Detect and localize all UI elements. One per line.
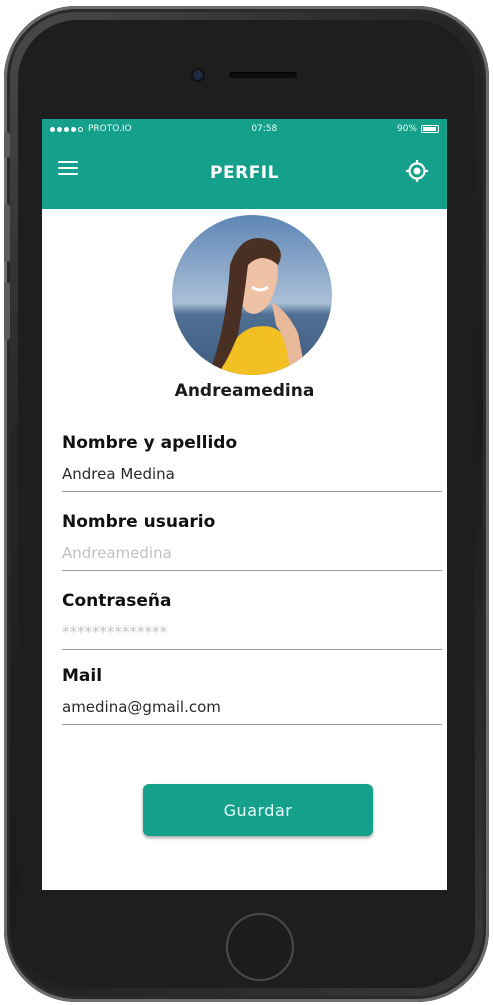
location-target-icon[interactable] [405, 159, 429, 183]
status-time: 07:58 [251, 124, 278, 134]
username-field: Nombre usuario [62, 512, 442, 571]
user-photo [172, 215, 332, 375]
battery-fill [422, 127, 436, 131]
app-screen: PROTO.IO 07:58 90% PERFIL Andreamedina N… [42, 119, 447, 890]
battery-icon [420, 125, 439, 133]
full-name-input[interactable] [62, 459, 442, 492]
carrier-name: PROTO.IO [88, 124, 132, 134]
earpiece-speaker [229, 72, 297, 78]
app-bar: PERFIL [42, 139, 447, 209]
volume-up-button [4, 204, 10, 262]
avatar[interactable] [172, 215, 332, 375]
username-input[interactable] [62, 538, 442, 571]
mail-input[interactable] [62, 692, 442, 725]
status-bar: PROTO.IO 07:58 90% [42, 119, 447, 139]
profile-username: Andreamedina [174, 381, 315, 401]
volume-down-button [4, 282, 10, 340]
page-title: PERFIL [210, 163, 279, 183]
mail-label: Mail [62, 666, 103, 686]
home-button[interactable] [226, 913, 294, 981]
username-label: Nombre usuario [62, 512, 216, 532]
signal-strength-icon: PROTO.IO [50, 124, 132, 134]
battery-percent: 90% [396, 124, 417, 134]
mute-switch [4, 132, 10, 158]
front-camera [193, 70, 203, 80]
password-field: Contraseña [62, 591, 442, 650]
battery-indicator: 90% [397, 124, 439, 134]
password-input[interactable] [62, 617, 442, 650]
mail-field: Mail [62, 666, 442, 725]
full-name-label: Nombre y apellido [62, 433, 238, 453]
save-button[interactable]: Guardar [143, 784, 373, 836]
full-name-field: Nombre y apellido [62, 433, 442, 492]
password-label: Contraseña [62, 591, 172, 611]
